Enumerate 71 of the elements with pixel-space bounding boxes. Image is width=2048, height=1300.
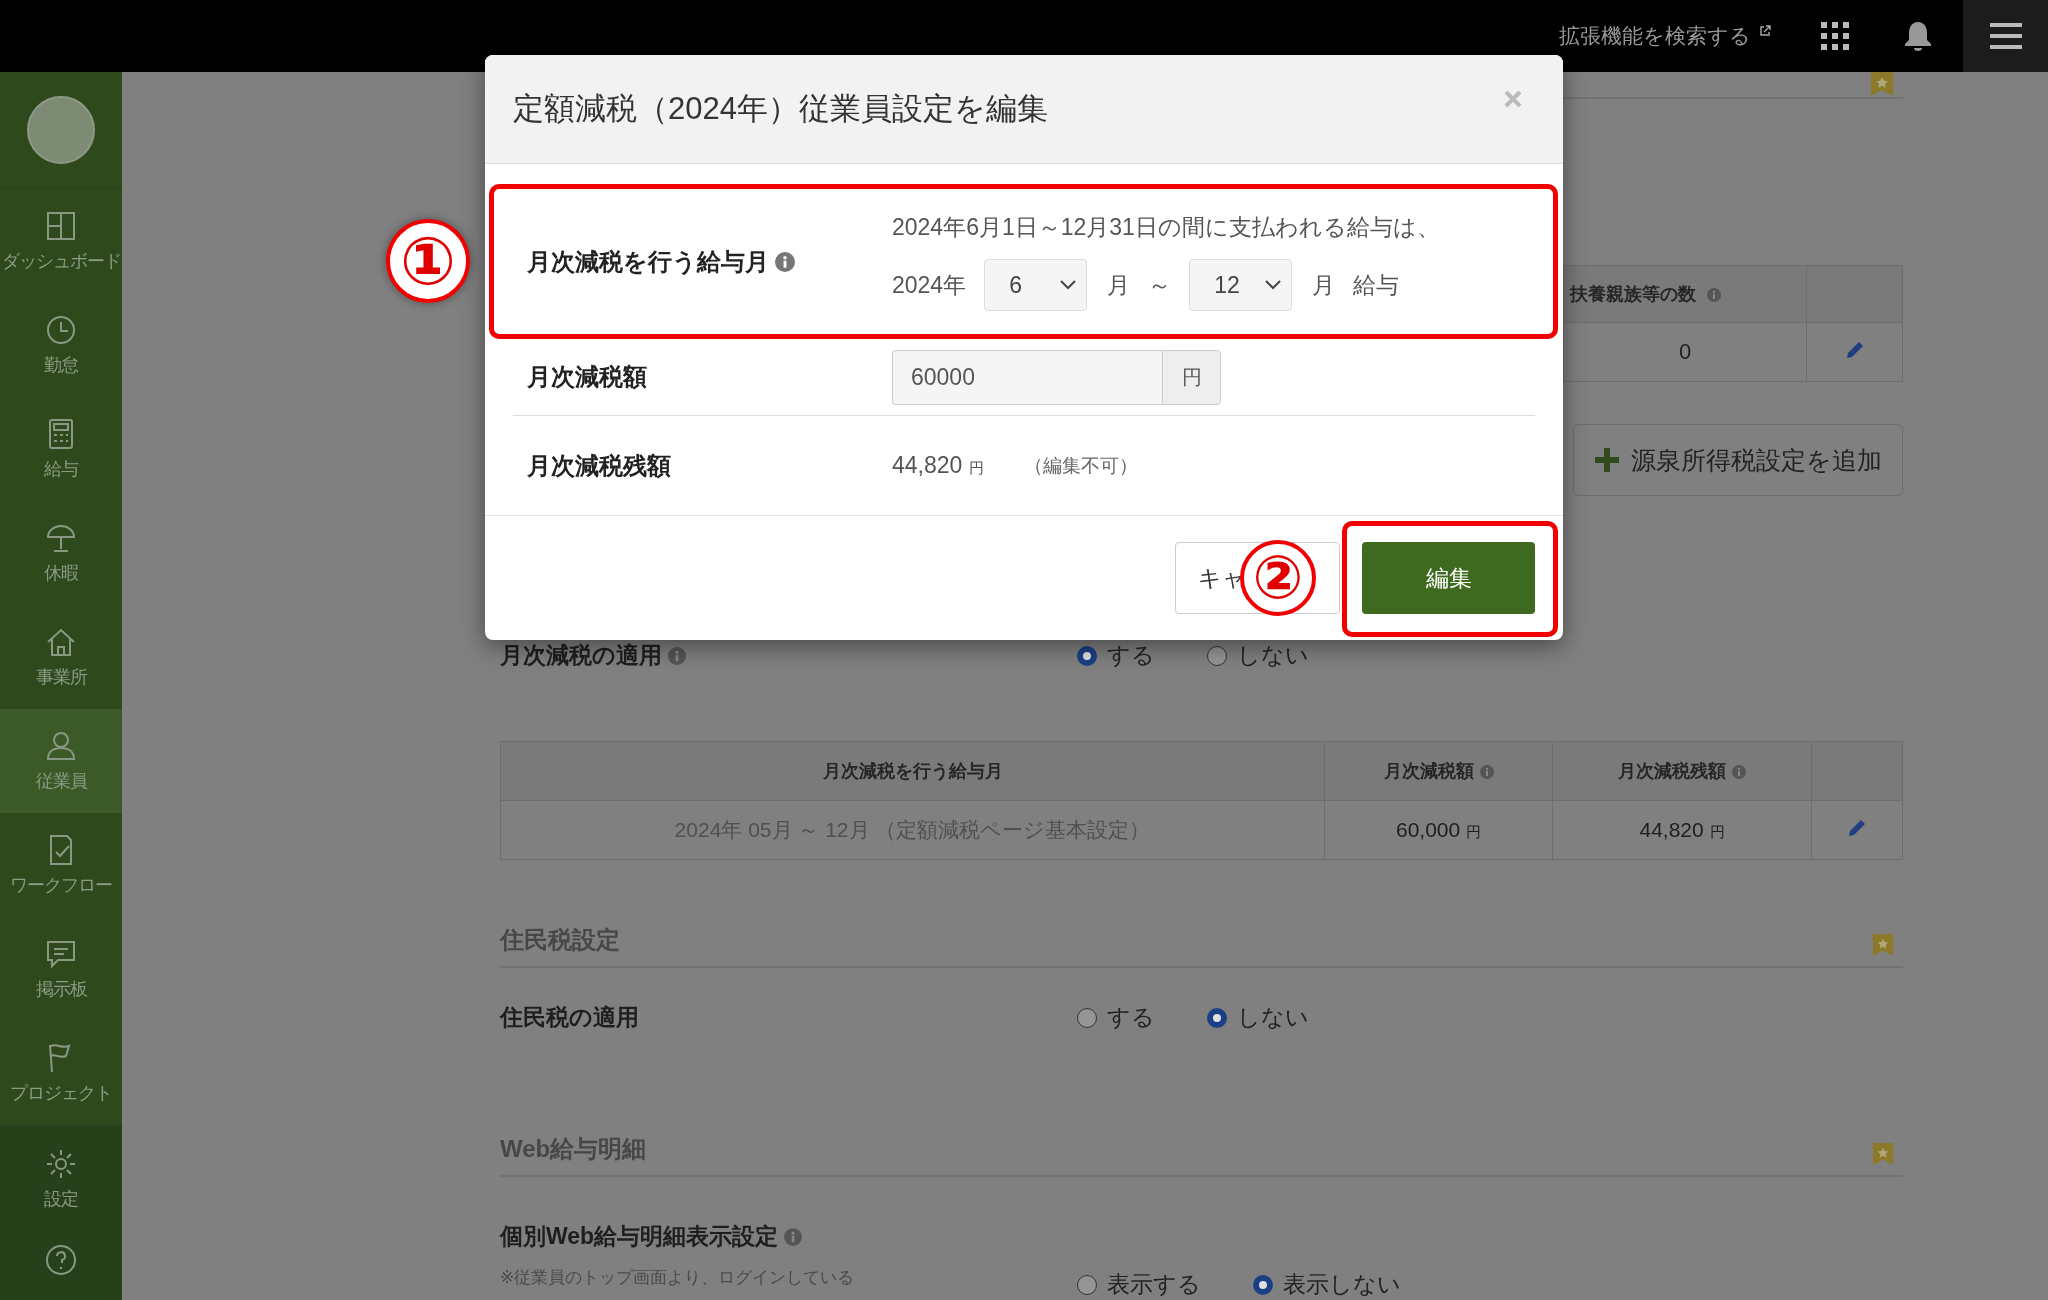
section-heading: 住民税設定 [500, 925, 620, 955]
dialog-title: 定額減税（2024年）従業員設定を編集 [513, 90, 1048, 128]
menu-button[interactable] [1963, 0, 2048, 72]
field-label: 住民税の適用 [500, 1003, 639, 1032]
sidebar-item[interactable]: 設定 [0, 1125, 122, 1233]
info-icon [775, 251, 795, 272]
salary-text: 給与 [1353, 270, 1400, 300]
readonly-note: （編集不可） [1023, 453, 1138, 478]
sidebar-item[interactable]: 従業員 [0, 709, 122, 813]
sidebar-item[interactable]: ワークフロー [0, 813, 122, 917]
sidebar-item[interactable]: 掲示板 [0, 917, 122, 1021]
sidebar-item[interactable]: 勤怠 [0, 293, 122, 397]
table-header: 月次減税残額 [1552, 741, 1812, 801]
plus-icon [1594, 448, 1619, 472]
start-month-select[interactable]: 6 [984, 259, 1088, 311]
help-icon[interactable] [44, 1243, 78, 1277]
info-icon [784, 1227, 803, 1246]
nav-icon [44, 209, 78, 243]
edit-pencil-icon[interactable] [1844, 340, 1865, 360]
nav-icon [44, 1147, 78, 1181]
extension-search-link[interactable]: 拡張機能を検索する [1559, 22, 1751, 50]
year-text: 2024年 [892, 270, 967, 300]
info-icon [668, 646, 686, 665]
info-icon [1732, 765, 1746, 780]
table-header: 月次減税額 [1324, 741, 1553, 801]
end-month-select[interactable]: 12 [1189, 259, 1293, 311]
nav-icon [44, 729, 78, 763]
sidebar-item[interactable]: プロジェクト [0, 1021, 122, 1125]
sidebar-item[interactable]: 給与 [0, 397, 122, 501]
step-number-overlay: ① [386, 219, 470, 303]
info-icon [1707, 288, 1721, 303]
unit-addon: 円 [1162, 349, 1221, 405]
chevron-down-icon [1265, 280, 1282, 290]
sidebar-item[interactable]: ダッシュボード [0, 189, 122, 293]
field-label: 月次減税残額 [527, 450, 671, 481]
bookmark-icon[interactable] [1873, 1143, 1893, 1165]
sidebar-item[interactable]: 休暇 [0, 501, 122, 605]
close-icon[interactable] [1503, 89, 1523, 109]
table-header: 月次減税を行う給与月 [500, 741, 1325, 801]
edit-pencil-icon[interactable] [1847, 817, 1867, 838]
add-withholding-button[interactable]: 源泉所得税設定を追加 [1573, 424, 1903, 496]
tilde-text: ～ [1148, 270, 1172, 300]
apps-grid-icon[interactable] [1821, 22, 1849, 50]
radio-option[interactable]: 表示しない [1253, 1269, 1401, 1300]
submit-button[interactable]: 編集 [1362, 542, 1535, 614]
radio-option[interactable]: しない [1207, 640, 1309, 671]
bookmark-icon[interactable] [1873, 934, 1893, 956]
external-link-icon [1759, 25, 1771, 37]
table-header: 扶養親族等の数 [1563, 265, 1807, 323]
radio-option[interactable]: しない [1207, 1002, 1309, 1033]
month-text: 月 [1107, 270, 1131, 300]
month-text: 月 [1312, 270, 1336, 300]
field-label: 月次減税の適用 [500, 641, 662, 670]
nav-icon [44, 313, 78, 347]
radio-option[interactable]: 表示する [1077, 1269, 1201, 1300]
description-text: 2024年6月1日～12月31日の間に支払われる給与は、 [892, 213, 1440, 242]
bookmark-icon[interactable] [1871, 72, 1893, 96]
field-label: 月次減税を行う給与月 [527, 246, 769, 277]
field-label: 個別Web給与明細表示設定 [500, 1222, 779, 1251]
table-cell: 60,000 円 [1324, 800, 1553, 860]
menu-icon [1989, 23, 2022, 49]
chevron-down-icon [1060, 280, 1077, 290]
section-heading: Web給与明細 [500, 1134, 647, 1164]
sidebar-item[interactable]: 事業所 [0, 605, 122, 709]
remaining-value: 44,820 円 [892, 452, 984, 479]
field-label: 月次減税額 [527, 362, 647, 392]
info-icon [1479, 765, 1494, 780]
notification-bell-icon[interactable] [1903, 20, 1933, 52]
radio-option[interactable]: する [1077, 1002, 1155, 1033]
amount-input[interactable]: 60000 [892, 349, 1162, 405]
table-cell: 44,820 円 [1552, 800, 1812, 860]
